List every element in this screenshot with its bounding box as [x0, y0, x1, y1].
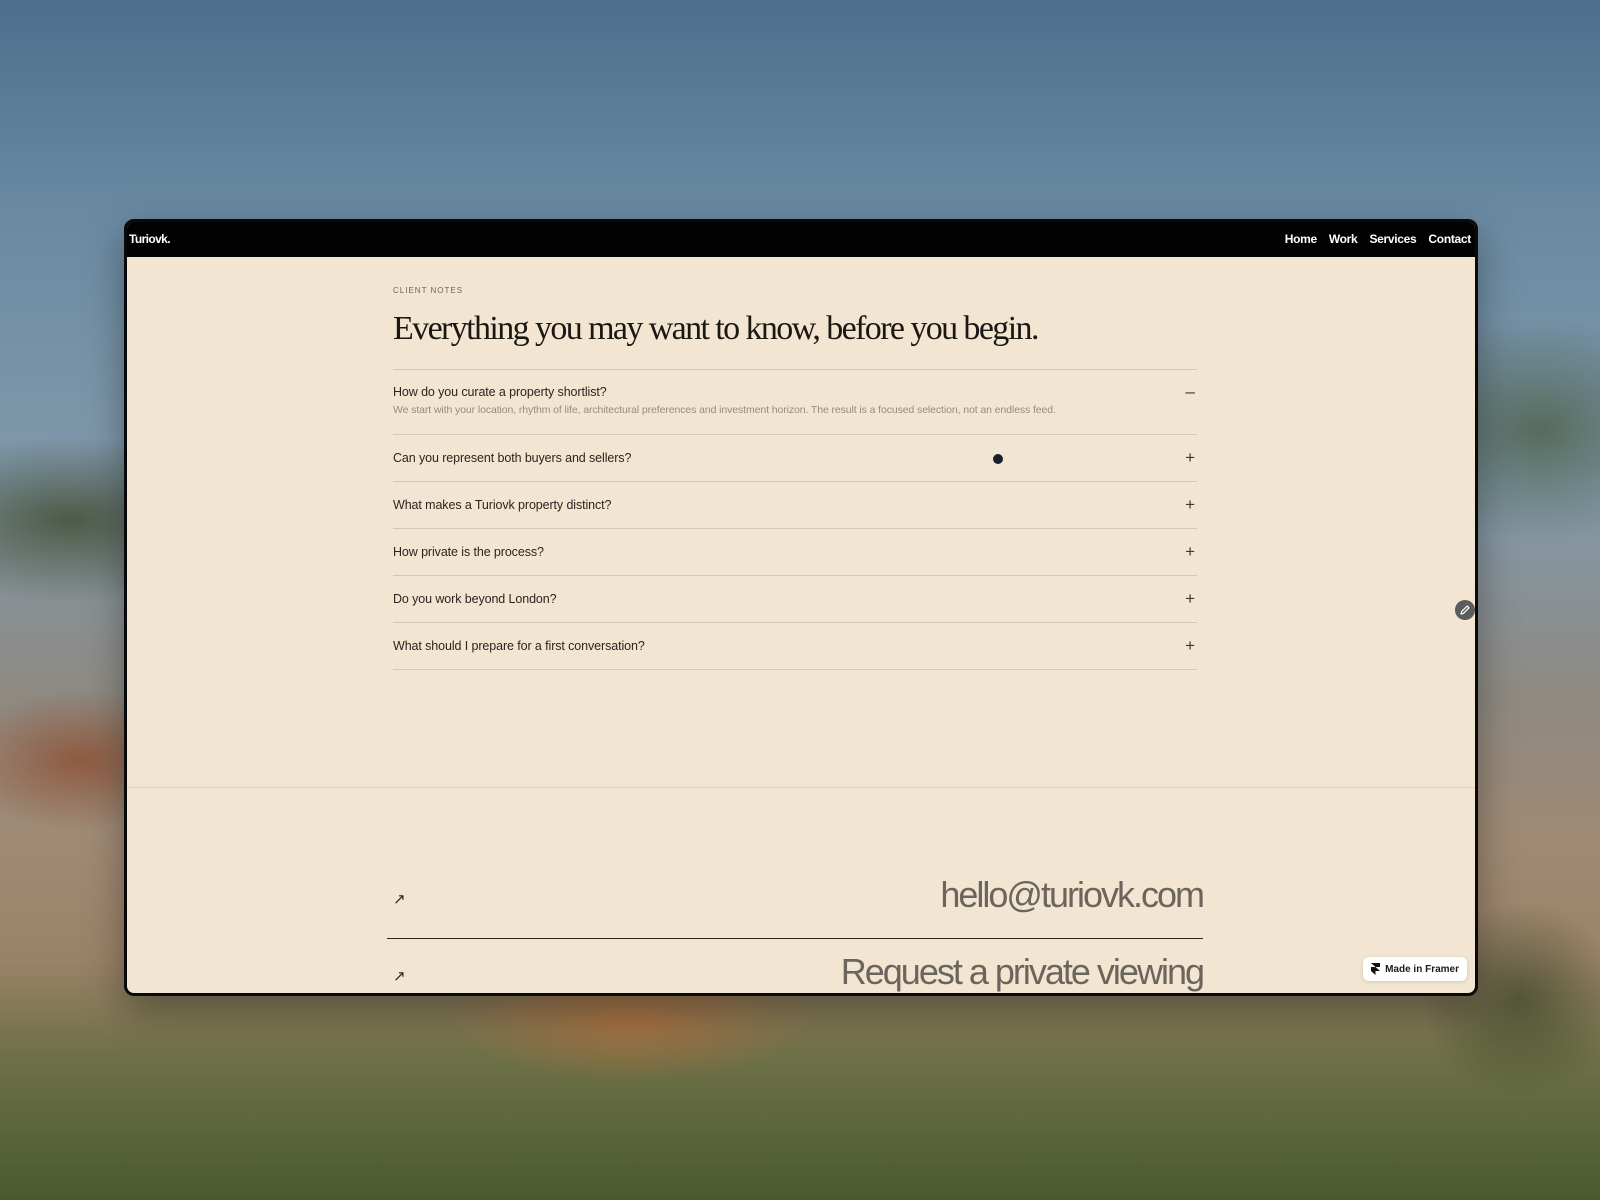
badge-label: Made in Framer — [1385, 963, 1459, 975]
faq-question: Do you work beyond London? — [393, 592, 557, 606]
expand-icon[interactable]: + — [1185, 449, 1195, 466]
mouse-cursor — [993, 454, 1003, 464]
faq-question: Can you represent both buyers and seller… — [393, 451, 632, 465]
section-eyebrow: CLIENT NOTES — [393, 286, 464, 295]
faq-item-london[interactable]: Do you work beyond London? + — [393, 576, 1197, 623]
nav-services[interactable]: Services — [1369, 232, 1416, 246]
nav-links: Home Work Services Contact — [1285, 232, 1472, 246]
nav-home[interactable]: Home — [1285, 232, 1317, 246]
section-divider — [127, 787, 1475, 788]
private-viewing-link[interactable]: Request a private viewing — [841, 951, 1205, 993]
top-navigation: Turiovk. Home Work Services Contact — [127, 222, 1475, 257]
faq-section: CLIENT NOTES Everything you may want to … — [393, 257, 1197, 670]
faq-question: How private is the process? — [393, 545, 544, 559]
arrow-up-right-icon: ↗ — [393, 968, 406, 985]
faq-item-represent[interactable]: Can you represent both buyers and seller… — [393, 435, 1197, 482]
pencil-icon-glyph — [1460, 605, 1470, 615]
expand-icon[interactable]: + — [1185, 590, 1195, 607]
faq-item-prepare[interactable]: What should I prepare for a first conver… — [393, 623, 1197, 670]
contact-links: ↗ hello@turiovk.com ↗ Request a private … — [387, 862, 1205, 993]
pencil-icon[interactable] — [1455, 600, 1475, 620]
faq-item-distinct[interactable]: What makes a Turiovk property distinct? … — [393, 482, 1197, 529]
faq-question: What makes a Turiovk property distinct? — [393, 498, 612, 512]
faq-question: How do you curate a property shortlist? — [393, 385, 607, 399]
email-link[interactable]: hello@turiovk.com — [940, 874, 1205, 916]
faq-list: How do you curate a property shortlist? … — [393, 369, 1197, 670]
email-link-row[interactable]: ↗ hello@turiovk.com — [387, 862, 1205, 939]
viewing-link-row[interactable]: ↗ Request a private viewing — [387, 939, 1205, 993]
expand-icon[interactable]: + — [1185, 496, 1195, 513]
nav-work[interactable]: Work — [1329, 232, 1358, 246]
framer-logo-icon — [1371, 963, 1381, 975]
faq-item-private[interactable]: How private is the process? + — [393, 529, 1197, 576]
expand-icon[interactable]: + — [1185, 543, 1195, 560]
faq-answer: We start with your location, rhythm of l… — [393, 404, 1056, 416]
collapse-icon[interactable]: – — [1186, 383, 1195, 400]
browser-window: Turiovk. Home Work Services Contact CLIE… — [124, 219, 1478, 996]
expand-icon[interactable]: + — [1185, 637, 1195, 654]
brand-logo[interactable]: Turiovk. — [129, 232, 171, 246]
faq-headline: Everything you may want to know, before … — [393, 310, 1039, 347]
faq-item-curate[interactable]: How do you curate a property shortlist? … — [393, 370, 1197, 435]
made-in-framer-badge[interactable]: Made in Framer — [1363, 957, 1467, 981]
nav-contact[interactable]: Contact — [1428, 232, 1471, 246]
arrow-up-right-icon: ↗ — [393, 891, 406, 908]
faq-question: What should I prepare for a first conver… — [393, 639, 645, 653]
